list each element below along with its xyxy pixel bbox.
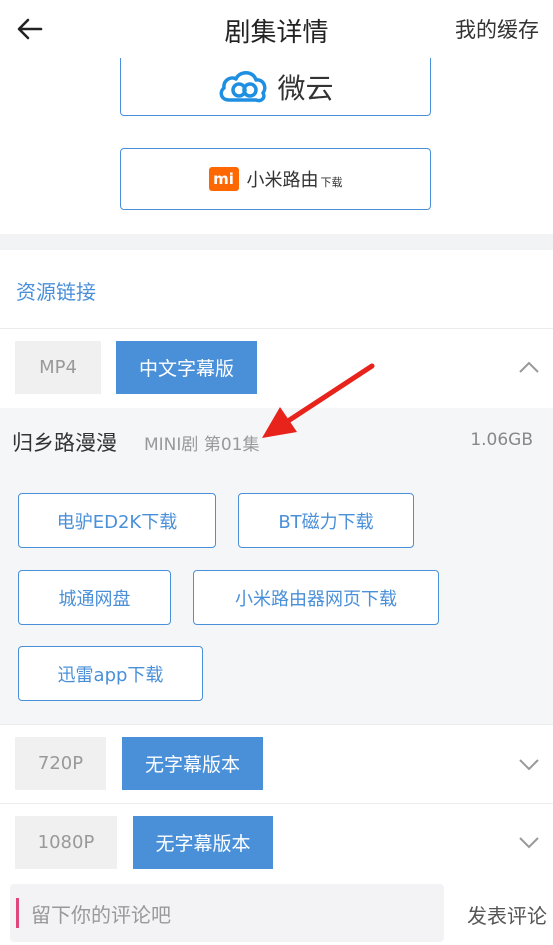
submit-comment-button[interactable]: 发表评论 (467, 900, 547, 929)
weiyun-cloud-icon (220, 70, 267, 102)
xiaomi-router-button[interactable]: mi 小米路由 下载 (120, 148, 431, 210)
xiaomi-router-web-download-button[interactable]: 小米路由器网页下载 (193, 570, 439, 625)
xiaomi-label: 小米路由 (246, 170, 319, 191)
xiaomi-sub-label: 下载 (320, 176, 343, 189)
bt-magnet-download-button[interactable]: BT磁力下载 (238, 493, 414, 548)
divider (0, 328, 553, 329)
ctdisk-download-button[interactable]: 城通网盘 (18, 570, 171, 625)
version-button-1080p[interactable]: 无字幕版本 (133, 816, 273, 869)
chevron-up-icon[interactable] (517, 356, 541, 380)
top-bar: 剧集详情 我的缓存 (0, 0, 553, 58)
weiyun-share-button[interactable]: 微云 (120, 58, 431, 116)
format-tag-1080p[interactable]: 1080P (15, 816, 117, 869)
chevron-down-icon[interactable] (517, 830, 541, 854)
text-caret (16, 898, 19, 928)
arrow-left-icon (17, 18, 43, 40)
comment-input[interactable]: 留下你的评论吧 (10, 884, 444, 942)
divider (0, 724, 553, 725)
comment-placeholder: 留下你的评论吧 (31, 902, 171, 927)
xunlei-app-download-button[interactable]: 迅雷app下载 (18, 646, 203, 701)
divider (0, 803, 553, 804)
episode-size: 1.06GB (470, 430, 533, 450)
section-gap (0, 234, 553, 250)
episode-subtitle: MINI剧 第01集 (144, 435, 260, 455)
version-button-720p[interactable]: 无字幕版本 (122, 737, 263, 790)
comment-bar: 留下你的评论吧 发表评论 (0, 878, 553, 945)
chevron-down-icon[interactable] (517, 752, 541, 776)
xiaomi-logo-icon: mi (208, 167, 239, 191)
back-button[interactable] (12, 11, 48, 47)
weiyun-label: 微云 (277, 71, 334, 105)
format-tag-mp4[interactable]: MP4 (15, 341, 101, 394)
version-button-mp4[interactable]: 中文字幕版 (116, 341, 257, 394)
my-cache-link[interactable]: 我的缓存 (455, 14, 539, 44)
ed2k-download-button[interactable]: 电驴ED2K下载 (18, 493, 216, 548)
section-title: 资源链接 (16, 280, 96, 304)
format-tag-720p[interactable]: 720P (15, 737, 106, 790)
episode-title: 归乡路漫漫 (12, 431, 117, 455)
